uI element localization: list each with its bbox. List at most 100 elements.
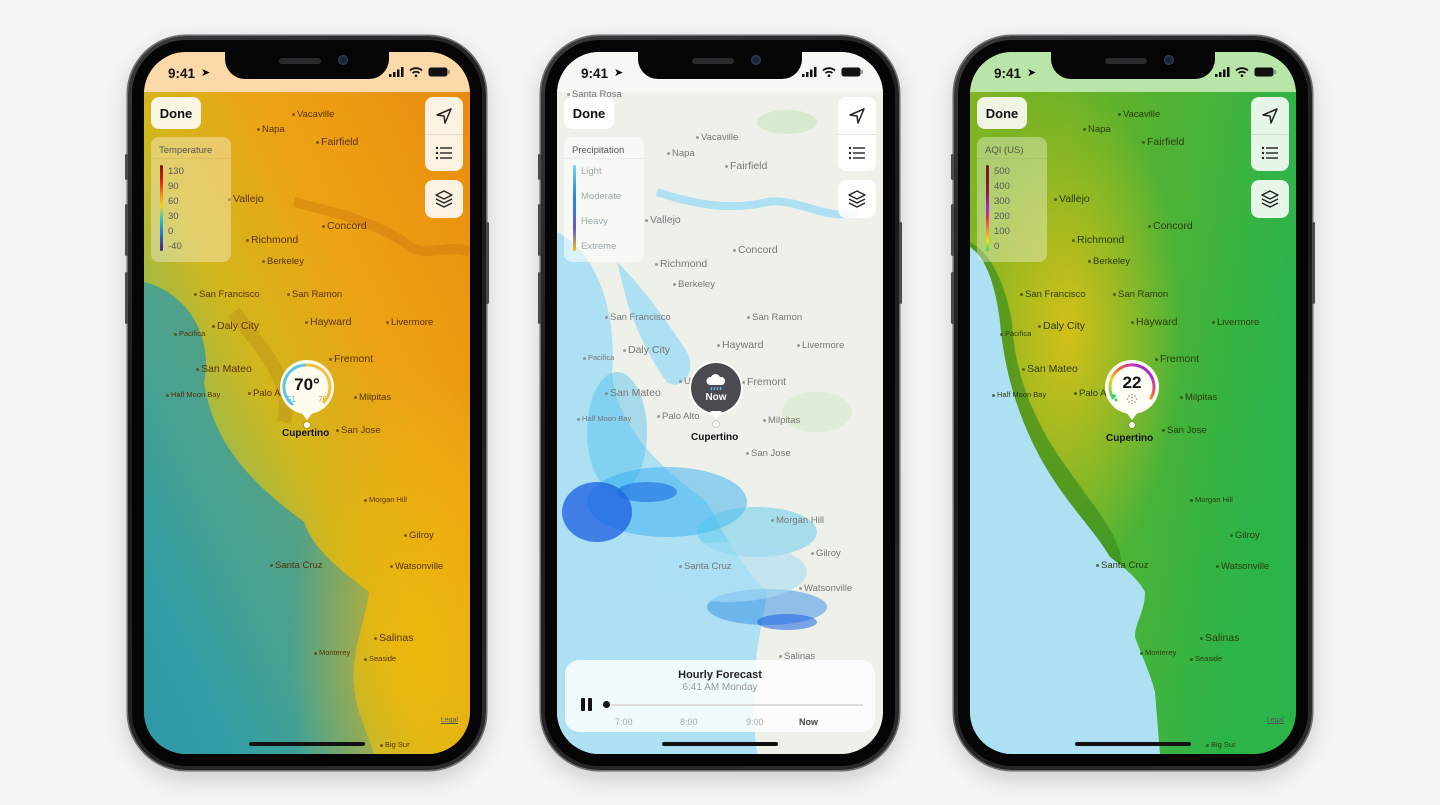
city-label: San Jose xyxy=(336,425,381,436)
city-label: Livermore xyxy=(797,340,844,351)
timeline-tick-now: Now xyxy=(799,717,818,727)
city-label: Fremont xyxy=(742,376,786,388)
city-label: Pacifica xyxy=(1000,329,1031,338)
wifi-icon xyxy=(822,67,836,77)
layers-icon xyxy=(1261,190,1279,208)
current-location-button[interactable] xyxy=(838,97,876,134)
legend-scale xyxy=(160,165,163,251)
city-label: Fairfield xyxy=(1142,136,1184,148)
wifi-icon xyxy=(409,67,423,77)
volume-down-button xyxy=(125,272,128,324)
city-label: San Mateo xyxy=(1022,363,1078,375)
legend-label: 0 xyxy=(994,241,1000,252)
done-button[interactable]: Done xyxy=(564,97,614,129)
city-label: Half Moon Bay xyxy=(166,390,220,399)
phone-precipitation: 9:41 ➤ Done Precipitation Light Moderate… xyxy=(538,36,902,770)
timeline-track[interactable] xyxy=(607,704,863,706)
current-location-button[interactable] xyxy=(425,97,463,134)
city-label: Monterey xyxy=(314,648,350,657)
map-controls xyxy=(425,97,463,171)
city-label: Vallejo xyxy=(1054,193,1090,205)
map-layers-button[interactable] xyxy=(1251,180,1289,218)
legend-scale xyxy=(573,165,576,251)
legend-scale xyxy=(986,165,989,251)
legend-label: Light xyxy=(581,166,602,177)
notch xyxy=(1051,52,1215,79)
volume-up-button xyxy=(125,204,128,256)
city-label: San Ramon xyxy=(287,289,342,300)
legend-labels: Light Moderate Heavy Extreme xyxy=(581,159,621,259)
city-label: Richmond xyxy=(246,234,298,246)
screen: 9:41 ➤ Done Precipitation Light Moderate… xyxy=(557,52,883,754)
battery-icon xyxy=(1254,67,1276,77)
home-indicator xyxy=(249,742,365,746)
city-label: Vallejo xyxy=(645,214,681,226)
location-name: Cupertino xyxy=(282,428,330,439)
city-label: Salinas xyxy=(374,632,413,644)
location-arrow-icon: ➤ xyxy=(1027,67,1037,79)
city-label: Fairfield xyxy=(316,136,358,148)
notch xyxy=(225,52,389,79)
locations-list-button[interactable] xyxy=(838,134,876,171)
temperature-legend: Temperature 130 90 60 30 0 -40 xyxy=(151,137,231,262)
city-label: Fremont xyxy=(1155,353,1199,365)
city-label: Daly City xyxy=(212,320,259,332)
status-time: 9:41 xyxy=(581,66,609,81)
location-arrow-icon: ➤ xyxy=(201,67,211,79)
city-label: Richmond xyxy=(1072,234,1124,246)
city-label: San Jose xyxy=(1162,425,1207,436)
city-label: Santa Cruz xyxy=(679,561,732,572)
phone-air-quality: 9:41 ➤ Done AQI (US) 500 400 300 200 100… xyxy=(951,36,1315,770)
map-layers-button[interactable] xyxy=(425,180,463,218)
legal-link[interactable]: Legal xyxy=(441,717,458,724)
city-label: Pacifica xyxy=(174,329,205,338)
city-label: Hayward xyxy=(1131,316,1177,328)
done-button[interactable]: Done xyxy=(151,97,201,129)
current-location-button[interactable] xyxy=(1251,97,1289,134)
aqi-pin[interactable]: 22 xyxy=(1105,360,1159,414)
city-label: Fairfield xyxy=(725,160,767,172)
locations-list-button[interactable] xyxy=(425,134,463,171)
city-label: Napa xyxy=(257,124,285,135)
stage: 9:41 ➤ Done Temperature 130 90 60 30 0 -… xyxy=(0,0,1440,805)
legend-label: 30 xyxy=(168,211,179,222)
city-label: Half Moon Bay xyxy=(577,414,631,423)
city-label: San Ramon xyxy=(747,312,802,323)
city-label: Big Sur xyxy=(380,740,410,749)
screen: 9:41 ➤ Done AQI (US) 500 400 300 200 100… xyxy=(970,52,1296,754)
legal-link[interactable]: Legal xyxy=(1267,717,1284,724)
city-label: Santa Cruz xyxy=(1096,560,1149,571)
temperature-range-ring xyxy=(282,363,332,406)
location-arrow-icon xyxy=(1262,107,1278,124)
location-dot xyxy=(713,421,719,427)
done-button[interactable]: Done xyxy=(977,97,1027,129)
cellular-signal-icon xyxy=(1215,67,1230,77)
location-arrow-icon: ➤ xyxy=(614,67,624,79)
city-label: Pacifica xyxy=(583,353,614,362)
layers-icon xyxy=(435,190,453,208)
temperature-pin[interactable]: 70° 51 76 xyxy=(280,360,334,414)
legend-label: 500 xyxy=(994,166,1010,177)
legend-label: 100 xyxy=(994,226,1010,237)
map-controls xyxy=(838,97,876,171)
list-icon xyxy=(1261,146,1278,160)
aqi-legend: AQI (US) 500 400 300 200 100 0 xyxy=(977,137,1047,262)
list-icon xyxy=(848,146,865,160)
city-label: Morgan Hill xyxy=(364,495,407,504)
status-time: 9:41 xyxy=(994,66,1022,81)
city-label: Daly City xyxy=(1038,320,1085,332)
precipitation-now-pin[interactable]: Now xyxy=(691,363,741,413)
legend-label: 200 xyxy=(994,211,1010,222)
timeline-scrubber[interactable] xyxy=(603,701,610,708)
side-button xyxy=(1312,222,1315,304)
legend-label: 90 xyxy=(168,181,179,192)
locations-list-button[interactable] xyxy=(1251,134,1289,171)
now-label: Now xyxy=(705,391,727,403)
map-layers-button[interactable] xyxy=(838,180,876,218)
pause-icon xyxy=(581,698,585,711)
city-label: San Ramon xyxy=(1113,289,1168,300)
city-label: Vacaville xyxy=(292,109,334,120)
legend-title: Temperature xyxy=(151,137,231,159)
volume-down-button xyxy=(538,272,541,324)
pause-button[interactable] xyxy=(581,698,593,711)
